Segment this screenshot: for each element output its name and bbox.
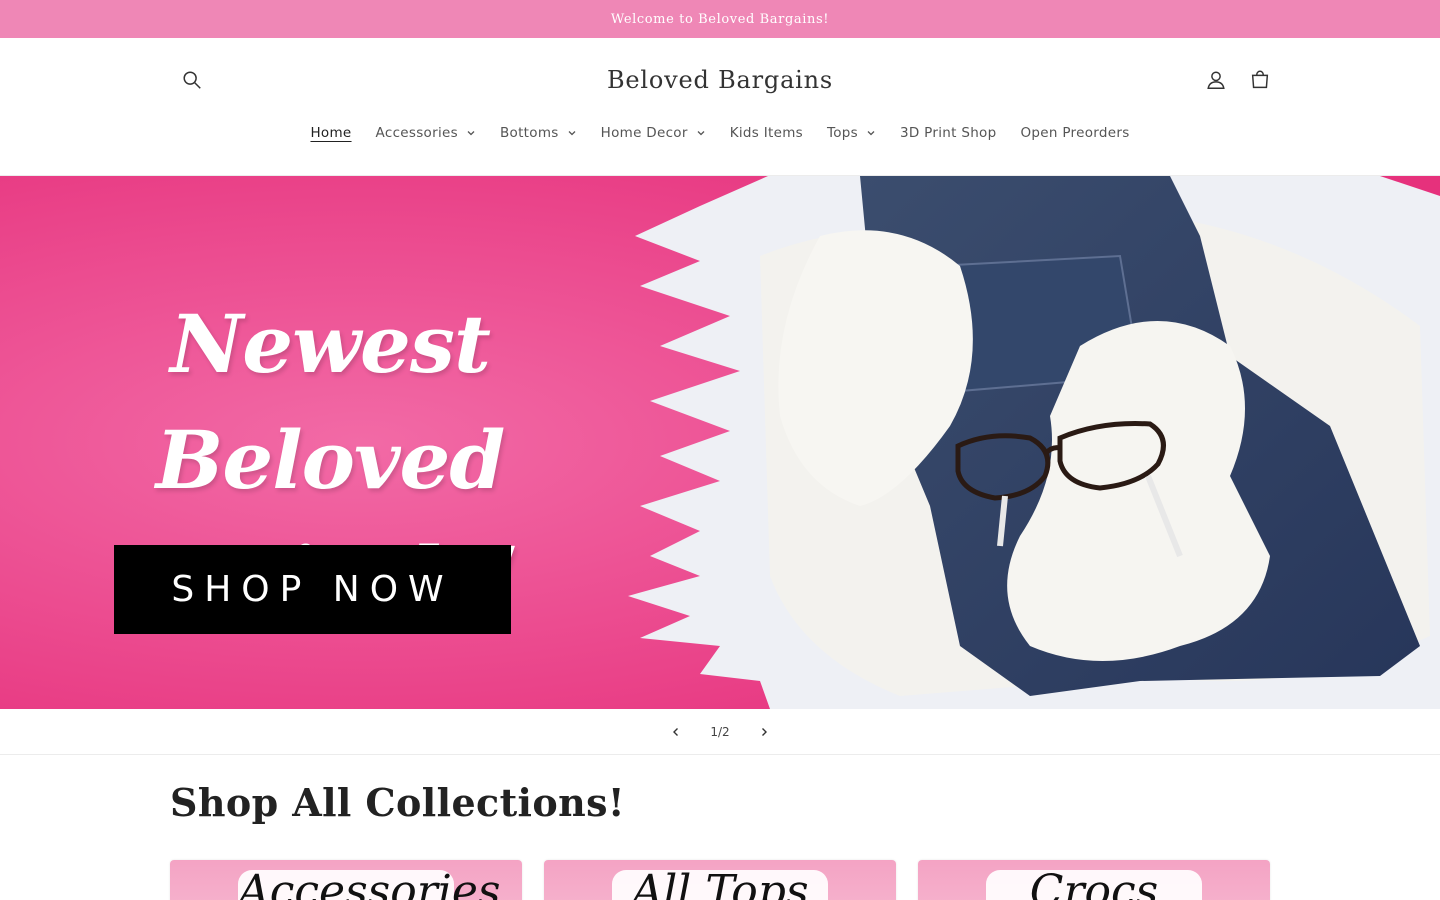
collections-heading: Shop All Collections! (170, 780, 626, 825)
chevron-down-icon (867, 131, 875, 136)
account-button[interactable] (1198, 62, 1234, 98)
nav-label: Tops (826, 125, 858, 141)
collection-card-crocs[interactable]: Crocs (918, 860, 1270, 900)
card-script-text: All Tops (631, 866, 809, 900)
card-script-text: Crocs (1029, 866, 1159, 900)
search-button[interactable] (174, 62, 210, 98)
nav-item-tops[interactable]: Tops (815, 118, 888, 148)
chevron-down-icon (568, 131, 576, 136)
site-header: Beloved Bargains Home Accessories Bottom… (0, 38, 1440, 176)
chevron-left-icon (673, 727, 678, 736)
shop-now-button[interactable]: SHOP NOW (114, 545, 511, 634)
collection-list: Accessories All Tops Crocs (170, 860, 1270, 900)
hero-banner[interactable]: Newest Beloved Arrivals! SHOP NOW (0, 176, 1440, 709)
slideshow-controls: 1/2 (0, 709, 1440, 755)
chevron-down-icon (697, 131, 705, 136)
nav-label: Kids Items (729, 125, 803, 141)
next-slide-button[interactable] (752, 720, 776, 744)
user-icon (1207, 71, 1225, 89)
main-nav: Home Accessories Bottoms Home Decor Kids… (0, 118, 1440, 148)
cart-icon (1251, 70, 1269, 89)
slide-counter: 1/2 (710, 724, 730, 739)
chevron-down-icon (467, 131, 475, 136)
nav-label: Accessories (375, 125, 458, 141)
collection-card-all-tops[interactable]: All Tops (544, 860, 896, 900)
nav-item-home[interactable]: Home (298, 118, 363, 148)
nav-item-home-decor[interactable]: Home Decor (589, 118, 718, 148)
nav-item-bottoms[interactable]: Bottoms (488, 118, 589, 148)
nav-label: Home Decor (600, 125, 688, 141)
previous-slide-button[interactable] (664, 720, 688, 744)
nav-item-3d-print-shop[interactable]: 3D Print Shop (888, 118, 1008, 148)
nav-item-accessories[interactable]: Accessories (364, 118, 488, 148)
search-icon (183, 71, 201, 89)
nav-item-open-preorders[interactable]: Open Preorders (1008, 118, 1141, 148)
hero-title-line1: Newest Beloved (155, 297, 506, 507)
nav-label: Open Preorders (1020, 125, 1130, 141)
announcement-text: Welcome to Beloved Bargains! (610, 11, 830, 27)
collection-card-accessories[interactable]: Accessories (170, 860, 522, 900)
announcement-bar: Welcome to Beloved Bargains! (0, 0, 1440, 38)
nav-item-kids-items[interactable]: Kids Items (718, 118, 815, 148)
nav-label: Home (310, 125, 352, 141)
nav-label: Bottoms (499, 125, 559, 141)
nav-label: 3D Print Shop (900, 125, 997, 141)
chevron-right-icon (762, 727, 767, 736)
card-script-text: Accessories (238, 866, 501, 900)
site-logo[interactable]: Beloved Bargains (520, 62, 920, 98)
cart-button[interactable] (1242, 62, 1278, 98)
